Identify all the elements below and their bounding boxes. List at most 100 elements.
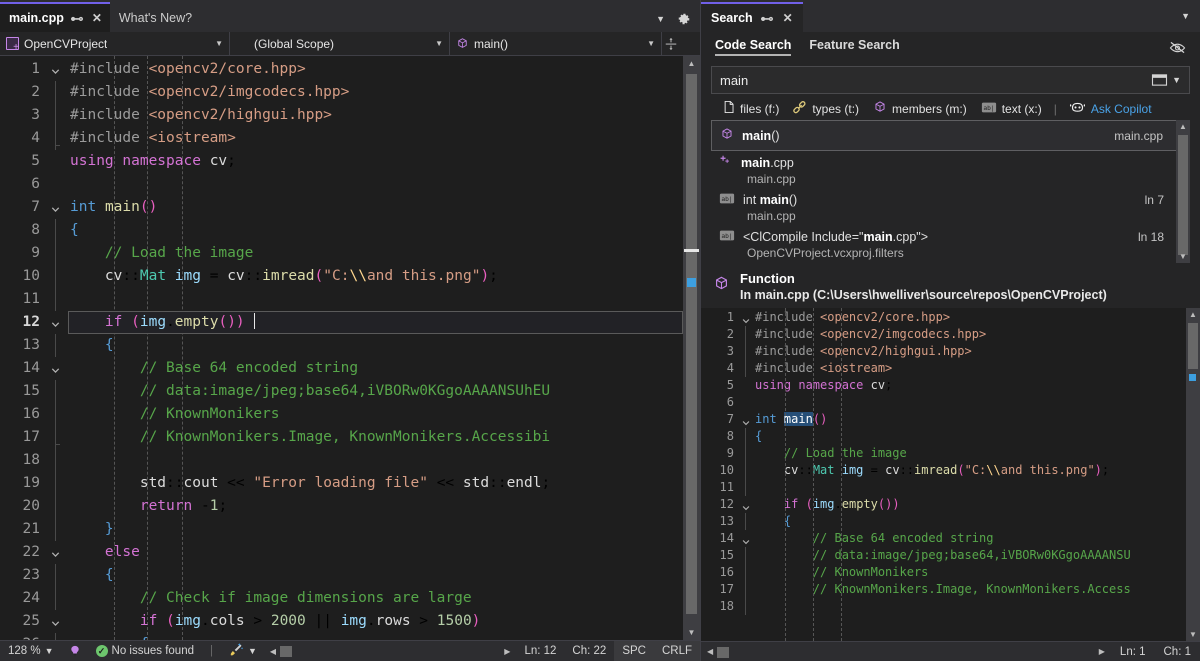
project-dropdown[interactable]: OpenCVProject ▼	[0, 32, 230, 55]
scrollbar-thumb[interactable]	[686, 74, 697, 614]
fold-toggle[interactable]	[46, 58, 68, 81]
code-line[interactable]: cv::Mat img = cv::imread("C:\\and this.p…	[68, 265, 683, 288]
preview-code-line[interactable]: {	[755, 513, 1186, 530]
code-line[interactable]: // Check if image dimensions are large	[68, 587, 683, 610]
preview-code-line[interactable]	[755, 598, 1186, 615]
search-result-item[interactable]: ab|<ClCompile Include="main.cpp">ln 18Op…	[711, 226, 1190, 263]
code-line[interactable]: // data:image/jpeg;base64,iVBORw0KGgoAAA…	[68, 380, 683, 403]
filter-members[interactable]: members (m:)	[869, 100, 971, 117]
chevron-down-icon[interactable]: ▼	[248, 646, 257, 656]
preview-code-line[interactable]: if (img.empty())	[755, 496, 1186, 513]
preview-pane-icon[interactable]	[1151, 73, 1168, 87]
scrollbar-thumb[interactable]	[1178, 135, 1188, 255]
scope-dropdown[interactable]: (Global Scope) ▼	[230, 32, 450, 55]
scroll-down-arrow[interactable]: ▼	[1176, 250, 1190, 263]
tab-search[interactable]: Search ⊶ ✕	[701, 2, 803, 32]
intellicode-icon[interactable]	[61, 641, 89, 661]
issues-status[interactable]: ✓ No issues found	[89, 641, 201, 661]
search-result-item[interactable]: ab|int main()ln 7main.cpp	[711, 189, 1190, 226]
code-text[interactable]: #include <opencv2/core.hpp>#include <ope…	[68, 56, 683, 640]
preview-code-line[interactable]: cv::Mat img = cv::imread("C:\\and this.p…	[755, 462, 1186, 479]
hscroll-right-arrow[interactable]: ▶	[504, 647, 510, 656]
preview-code-line[interactable]: // KnownMonikers.Image, KnownMonikers.Ac…	[755, 581, 1186, 598]
format-brush-control[interactable]: ▼	[222, 641, 264, 661]
code-line[interactable]: using namespace cv;	[68, 150, 683, 173]
code-line[interactable]: int main()	[68, 196, 683, 219]
code-line[interactable]: std::cout << "Error loading file" << std…	[68, 472, 683, 495]
code-line[interactable]: // Load the image	[68, 242, 683, 265]
fold-toggle[interactable]	[46, 357, 68, 380]
fold-toggle[interactable]	[46, 196, 68, 219]
tab-code-search[interactable]: Code Search	[715, 38, 791, 56]
preview-folding-column[interactable]	[739, 308, 755, 641]
gear-icon[interactable]	[677, 12, 691, 26]
code-line[interactable]: #include <opencv2/imgcodecs.hpp>	[68, 81, 683, 104]
preview-code-line[interactable]: #include <opencv2/imgcodecs.hpp>	[755, 326, 1186, 343]
code-line[interactable]: if (img.cols > 2000 || img.rows > 1500)	[68, 610, 683, 633]
preview-horizontal-scrollbar[interactable]: ◀ ▶	[701, 646, 1111, 658]
hscroll-thumb[interactable]	[280, 646, 292, 657]
code-line[interactable]: }	[68, 518, 683, 541]
preview-code-text[interactable]: #include <opencv2/core.hpp>#include <ope…	[755, 308, 1186, 641]
code-line[interactable]: return -1;	[68, 495, 683, 518]
scroll-up-arrow[interactable]: ▲	[1186, 308, 1200, 321]
pin-icon[interactable]: ⊶	[70, 11, 84, 25]
close-icon[interactable]: ✕	[90, 11, 104, 25]
scrollbar-thumb[interactable]	[1188, 323, 1198, 369]
code-line[interactable]	[68, 449, 683, 472]
scroll-down-arrow[interactable]: ▼	[683, 625, 700, 640]
preview-code-line[interactable]: // Base 64 encoded string	[755, 530, 1186, 547]
editor-horizontal-scrollbar[interactable]: ◀ ▶	[264, 645, 517, 657]
pin-icon[interactable]: ⊶	[760, 11, 774, 25]
fold-toggle[interactable]	[739, 309, 755, 326]
code-line[interactable]: if (img.empty())	[68, 311, 683, 334]
hscroll-right-arrow[interactable]: ▶	[1099, 647, 1105, 656]
member-dropdown[interactable]: main() ▼	[450, 32, 662, 55]
preview-code-line[interactable]: #include <iostream>	[755, 360, 1186, 377]
preview-vertical-scrollbar[interactable]: ▲ ▼	[1186, 308, 1200, 641]
code-line[interactable]	[68, 173, 683, 196]
indentation-mode[interactable]: SPC	[614, 641, 654, 661]
code-line[interactable]: // Base 64 encoded string	[68, 357, 683, 380]
code-line[interactable]: {	[68, 564, 683, 587]
chevron-down-icon[interactable]: ▼	[656, 14, 665, 24]
code-line[interactable]: // KnownMonikers.Image, KnownMonikers.Ac…	[68, 426, 683, 449]
hscroll-left-arrow[interactable]: ◀	[270, 647, 276, 656]
fold-toggle[interactable]	[46, 610, 68, 633]
split-view-icon[interactable]	[662, 32, 680, 55]
tab-whats-new[interactable]: What's New?	[110, 4, 198, 32]
fold-toggle[interactable]	[739, 496, 755, 513]
filter-types[interactable]: types (t:)	[789, 100, 863, 117]
search-result-item[interactable]: main.cppmain.cpp	[711, 151, 1190, 189]
search-input-container[interactable]: ▼	[711, 66, 1190, 94]
zoom-control[interactable]: 128 % ▼	[0, 641, 61, 661]
code-line[interactable]	[68, 288, 683, 311]
preview-code-line[interactable]: #include <opencv2/core.hpp>	[755, 309, 1186, 326]
preview-code-line[interactable]	[755, 394, 1186, 411]
code-line[interactable]: #include <opencv2/highgui.hpp>	[68, 104, 683, 127]
results-scrollbar[interactable]: ▲▼	[1176, 120, 1190, 263]
preview-code-line[interactable]: {	[755, 428, 1186, 445]
preview-code-line[interactable]: // KnownMonikers	[755, 564, 1186, 581]
fold-toggle[interactable]	[739, 530, 755, 547]
preview-code-line[interactable]: // data:image/jpeg;base64,iVBORw0KGgoAAA…	[755, 547, 1186, 564]
scroll-up-arrow[interactable]: ▲	[683, 56, 700, 71]
preview-code-line[interactable]	[755, 479, 1186, 496]
code-folding-column[interactable]	[46, 56, 68, 640]
search-result-item[interactable]: main()main.cpp	[711, 120, 1190, 151]
fold-toggle[interactable]	[46, 311, 68, 334]
chevron-down-icon[interactable]: ▼	[1168, 75, 1185, 85]
hscroll-track[interactable]	[280, 645, 500, 657]
code-editor[interactable]: 1234567891011121314151617181920212223242…	[0, 56, 700, 640]
scroll-down-arrow[interactable]: ▼	[1186, 628, 1200, 641]
filter-text[interactable]: ab| text (x:)	[977, 101, 1046, 117]
code-line[interactable]: // KnownMonikers	[68, 403, 683, 426]
preview-code-line[interactable]: int main()	[755, 411, 1186, 428]
code-line[interactable]: #include <opencv2/core.hpp>	[68, 58, 683, 81]
preview-code-line[interactable]: using namespace cv;	[755, 377, 1186, 394]
eye-off-icon[interactable]	[1168, 40, 1186, 54]
scroll-up-arrow[interactable]: ▲	[1176, 120, 1190, 133]
code-line[interactable]: #include <iostream>	[68, 127, 683, 150]
search-input[interactable]	[720, 73, 1151, 88]
ask-copilot-button[interactable]: Ask Copilot	[1065, 100, 1156, 117]
